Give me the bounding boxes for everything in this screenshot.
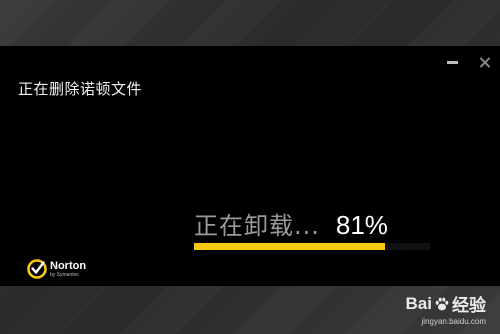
window-title: 正在删除诺顿文件 [18, 80, 143, 98]
baidu-watermark: Bai 经验 jingyan.baidu.com [406, 291, 486, 327]
uninstall-window: 正在删除诺顿文件 正在卸载... 81% Norton by Symantec [0, 46, 500, 286]
watermark-brand-suffix: 经验 [452, 296, 486, 315]
watermark-brand-prefix: Bai [405, 293, 432, 313]
watermark-url: jingyan.baidu.com [421, 317, 486, 326]
status-label: 正在卸载... [194, 212, 320, 240]
progress-fill [194, 243, 386, 250]
progress-area: 正在卸载... 81% [194, 206, 430, 250]
watermark-brand: Bai 经验 [406, 291, 486, 316]
progress-bar [194, 243, 430, 250]
norton-logo: Norton by Symantec [26, 258, 86, 280]
baidu-paw-icon [435, 297, 449, 310]
close-icon[interactable] [478, 56, 492, 70]
progress-percent: 81% [335, 210, 388, 240]
norton-check-icon [27, 259, 47, 279]
logo-subtitle: by Symantec [50, 271, 79, 278]
minimize-icon[interactable] [446, 58, 460, 68]
logo-name: Norton [50, 259, 87, 272]
progress-text: 正在卸载... 81% [194, 206, 430, 241]
